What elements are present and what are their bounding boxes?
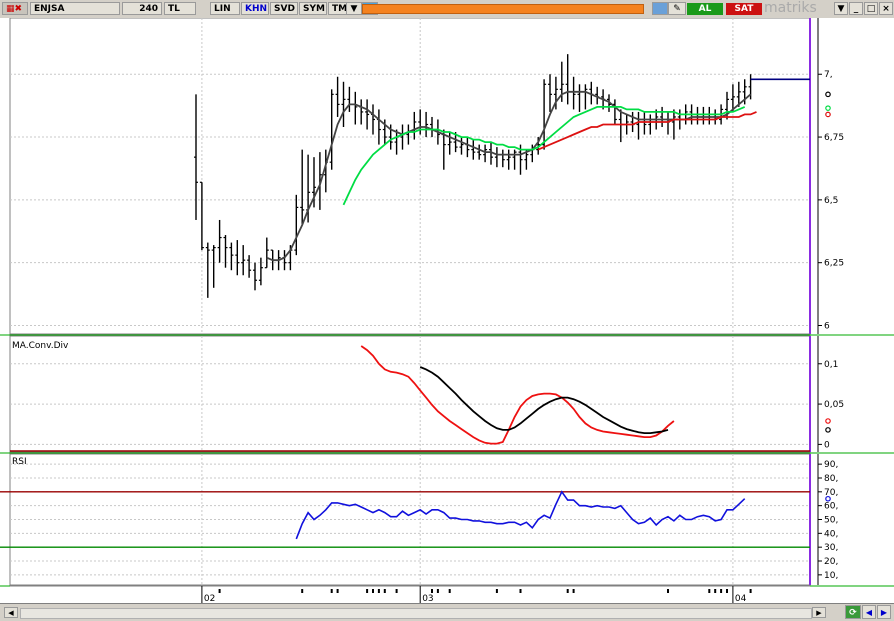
rsi-panel[interactable]: 10, 20, 30, 40, 50, 60, 70, 80, 90,	[0, 453, 894, 587]
period-field[interactable]: 240	[122, 2, 162, 15]
price-tick-label: 6,75	[824, 133, 844, 143]
scroll-left-icon[interactable]: ◀	[4, 607, 18, 618]
session-tick	[566, 589, 569, 593]
macd-title: MA.Conv.Div	[12, 341, 69, 351]
price-tick-label: 6,5	[824, 196, 838, 206]
buy-button[interactable]: AL	[687, 3, 723, 15]
chart-menu-icon[interactable]: ▦✖	[2, 2, 28, 15]
session-tick	[572, 589, 575, 593]
session-tick	[519, 589, 522, 593]
session-tick	[749, 589, 752, 593]
scale-button[interactable]: LIN	[210, 2, 240, 15]
info-strip	[362, 4, 644, 14]
session-tick	[726, 589, 728, 593]
session-tick	[372, 589, 374, 593]
status-bar: ◀ ▶ ⟳ ◀ ▶	[0, 603, 894, 621]
rsi-tick-label: 40,	[824, 529, 838, 539]
horizontal-scrollbar[interactable]	[20, 608, 812, 619]
pan-left-icon[interactable]: ◀	[862, 605, 876, 619]
price-tick-label: 6	[824, 321, 830, 331]
rsi-tick-label: 30,	[824, 543, 838, 553]
session-tick	[436, 589, 439, 593]
session-tick	[720, 589, 723, 593]
macd-panel[interactable]: 0 0,05 0,1	[0, 335, 894, 454]
session-tick	[708, 589, 711, 593]
rsi-tick-label: 50,	[824, 516, 838, 526]
panel-frame	[9, 335, 811, 453]
session-tick	[667, 589, 669, 593]
time-tick-label: 02	[204, 594, 215, 603]
macd-tick-label: 0	[824, 440, 830, 450]
session-tick	[431, 589, 433, 593]
price-panel[interactable]: 6 6,25 6,5 6,75 7,	[0, 18, 894, 336]
session-tick	[366, 589, 369, 593]
svd-button[interactable]: SVD	[270, 2, 298, 15]
scroll-right-icon[interactable]: ▶	[812, 607, 826, 618]
draw-tool-icon[interactable]: ✎	[668, 2, 686, 15]
sym-button[interactable]: SYM	[299, 2, 327, 15]
session-tick	[377, 589, 380, 593]
currency-field[interactable]: TL	[164, 2, 196, 15]
macd-tick-label: 0,1	[824, 360, 838, 370]
rsi-tick-label: 20,	[824, 557, 838, 567]
time-tick-label: 03	[422, 594, 433, 603]
maximize-icon[interactable]: □	[864, 2, 878, 15]
rsi-tick-label: 80,	[824, 474, 838, 484]
dropdown-icon[interactable]: ▼	[834, 2, 848, 15]
macd-tick-label: 0,05	[824, 400, 844, 410]
session-tick	[448, 589, 451, 593]
rsi-tick-label: 90,	[824, 460, 838, 470]
template-dropdown-icon[interactable]: ▼	[346, 2, 362, 15]
rsi-tick-label: 60,	[824, 502, 838, 512]
price-tick-label: 7,	[824, 70, 833, 80]
session-tick	[714, 589, 717, 593]
session-tick	[395, 589, 398, 593]
window-layout-icon[interactable]	[652, 2, 668, 15]
session-tick	[218, 589, 221, 593]
chart-toolbar: ▦✖ ENJSA 240 TL LIN KHN SVD SYM TMP ▼ t …	[0, 0, 894, 19]
chart-area[interactable]: 6 6,25 6,5 6,75 7, 0 0,05 0,1 10, 20, 30, 40, 50, 6…	[0, 18, 894, 603]
session-tick	[301, 589, 304, 593]
session-tick	[336, 589, 339, 593]
session-tick	[495, 589, 498, 593]
pan-right-icon[interactable]: ▶	[877, 605, 891, 619]
rsi-title: RSI	[12, 457, 27, 467]
symbol-field[interactable]: ENJSA	[30, 2, 120, 15]
sell-button[interactable]: SAT	[726, 3, 762, 15]
session-tick	[330, 589, 333, 593]
session-tick	[383, 589, 386, 593]
panel-frame	[9, 18, 811, 335]
close-icon[interactable]: ×	[879, 2, 893, 15]
refresh-icon[interactable]: ⟳	[845, 605, 861, 619]
rsi-tick-label: 70,	[824, 488, 838, 498]
brand-logo: matriks	[764, 0, 817, 16]
minimize-icon[interactable]: _	[849, 2, 863, 15]
chart-type-button[interactable]: KHN	[241, 2, 269, 15]
time-tick-label: 04	[735, 594, 747, 603]
price-tick-label: 6,25	[824, 259, 844, 269]
rsi-tick-label: 10,	[824, 571, 838, 581]
